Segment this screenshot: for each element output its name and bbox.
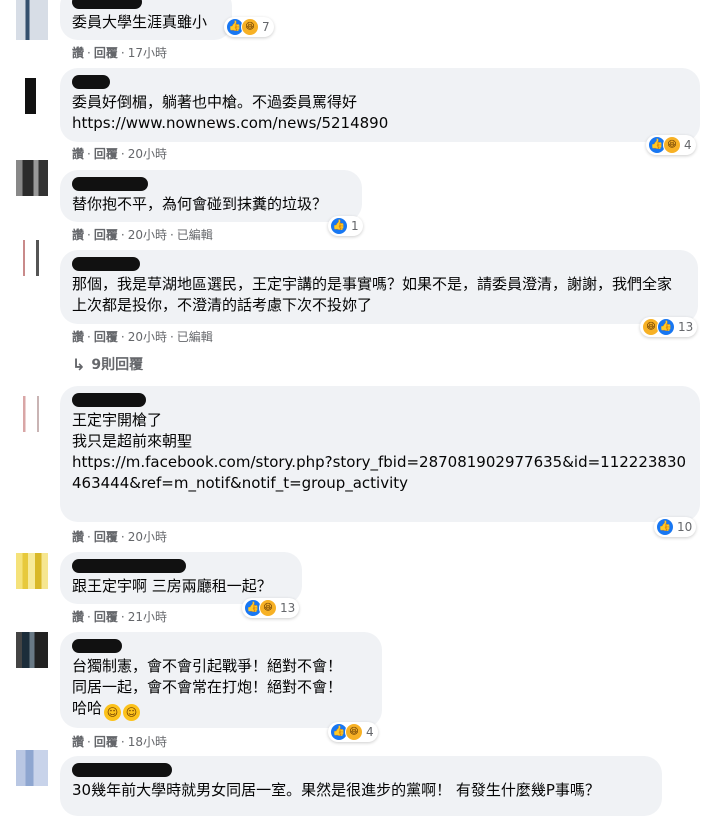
- author-name-redacted[interactable]: [72, 559, 186, 573]
- haha-icon: 😆: [259, 599, 277, 617]
- haha-icon: 😆: [663, 136, 681, 154]
- timestamp[interactable]: 20小時: [128, 330, 167, 344]
- comment-bubble: 委員大學生涯真雖小: [60, 0, 232, 40]
- comment-bubble: 王定宇開槍了 我只是超前來朝聖 https://m.facebook.com/s…: [60, 386, 700, 522]
- comment-actions: 讚 · 回覆 · 20小時: [72, 147, 167, 161]
- comment-actions: 讚 · 回覆 · 18小時: [72, 735, 167, 749]
- comment-text: 跟王定宇啊 三房兩廳租一起？: [72, 577, 272, 595]
- reaction-count: 7: [262, 20, 270, 34]
- timestamp[interactable]: 17小時: [128, 46, 167, 60]
- timestamp[interactable]: 18小時: [128, 735, 167, 749]
- comment-text: 台獨制憲，會不會引起戰爭！絕對不會！ 同居一起，會不會常在打炮！絕對不會！ 哈哈…: [72, 656, 370, 721]
- reply-button[interactable]: 回覆: [94, 530, 118, 544]
- view-replies-link[interactable]: ↳ 9則回覆: [72, 354, 143, 374]
- reaction-summary[interactable]: 👍 😆 4: [646, 135, 696, 155]
- avatar[interactable]: [16, 553, 48, 589]
- like-button[interactable]: 讚: [72, 530, 84, 544]
- comment-actions: 讚 · 回覆 · 20小時 · 已編輯: [72, 330, 213, 344]
- author-name-redacted[interactable]: [72, 0, 142, 9]
- author-name-redacted[interactable]: [72, 393, 146, 407]
- timestamp[interactable]: 20小時: [128, 530, 167, 544]
- reply-button[interactable]: 回覆: [94, 147, 118, 161]
- reaction-count: 13: [678, 320, 694, 334]
- timestamp[interactable]: 21小時: [128, 610, 167, 624]
- author-name-redacted[interactable]: [72, 257, 140, 271]
- like-button[interactable]: 讚: [72, 330, 84, 344]
- avatar[interactable]: [16, 160, 48, 196]
- avatar[interactable]: [16, 396, 48, 432]
- comment-actions: 讚 · 回覆 · 21小時: [72, 610, 167, 624]
- reaction-count: 4: [684, 138, 692, 152]
- comment-actions: 讚 · 回覆 · 17小時: [72, 46, 167, 60]
- like-button[interactable]: 讚: [72, 147, 84, 161]
- reply-button[interactable]: 回覆: [94, 228, 118, 242]
- comment-text: 那個，我是草湖地區選民，王定宇講的是事實嗎？如果不是，請委員澄清，謝謝，我們全家…: [72, 275, 673, 314]
- comment-text: 委員大學生涯真雖小: [72, 13, 208, 31]
- author-name-redacted[interactable]: [72, 177, 148, 191]
- reply-button[interactable]: 回覆: [94, 330, 118, 344]
- reaction-summary[interactable]: 👍 1: [328, 216, 363, 236]
- comment-link[interactable]: https://www.nownews.com/news/5214890: [72, 113, 688, 134]
- like-button[interactable]: 讚: [72, 228, 84, 242]
- reply-button[interactable]: 回覆: [94, 610, 118, 624]
- like-icon: 👍: [657, 318, 675, 336]
- reaction-summary[interactable]: 👍 10: [654, 517, 697, 537]
- like-button[interactable]: 讚: [72, 46, 84, 60]
- comment-text: 委員好倒楣，躺著也中槍。不過委員罵得好: [72, 93, 358, 111]
- replies-count-label: 9則回覆: [91, 357, 144, 373]
- comment-actions: 讚 · 回覆 · 20小時: [72, 530, 167, 544]
- haha-icon: 😆: [241, 18, 259, 36]
- reaction-count: 10: [677, 520, 693, 534]
- reaction-summary[interactable]: 😆 👍 13: [640, 317, 698, 337]
- comment-text: 30幾年前大學時就男女同居一室。果然是很進步的黨啊！ 有發生什麼幾P事嗎？: [72, 781, 600, 799]
- timestamp[interactable]: 20小時: [128, 147, 167, 161]
- comment-text: 王定宇開槍了 我只是超前來朝聖: [72, 411, 193, 450]
- comment-bubble: 跟王定宇啊 三房兩廳租一起？: [60, 552, 302, 604]
- comment-text: 替你抱不平，為何會碰到抹糞的垃圾？: [72, 195, 328, 213]
- smile-emoji-icon: ☺: [123, 704, 141, 721]
- reply-button[interactable]: 回覆: [94, 735, 118, 749]
- avatar[interactable]: [16, 632, 48, 668]
- reaction-count: 13: [280, 601, 296, 615]
- author-name-redacted[interactable]: [72, 639, 122, 653]
- timestamp[interactable]: 20小時: [128, 228, 167, 242]
- reply-button[interactable]: 回覆: [94, 46, 118, 60]
- smile-emoji-icon: ☺: [104, 704, 122, 721]
- comment-bubble: 台獨制憲，會不會引起戰爭！絕對不會！ 同居一起，會不會常在打炮！絕對不會！ 哈哈…: [60, 632, 382, 728]
- edited-label: 已編輯: [176, 330, 213, 344]
- reaction-summary[interactable]: 👍 😆 7: [224, 17, 274, 37]
- reaction-count: 1: [351, 219, 359, 233]
- author-name-redacted[interactable]: [72, 763, 172, 777]
- haha-icon: 😆: [345, 723, 363, 741]
- comment-bubble: 那個，我是草湖地區選民，王定宇講的是事實嗎？如果不是，請委員澄清，謝謝，我們全家…: [60, 250, 698, 324]
- reply-arrow-icon: ↳: [72, 354, 86, 374]
- avatar[interactable]: [16, 240, 48, 276]
- edited-label: 已編輯: [176, 228, 213, 242]
- reaction-count: 4: [366, 725, 374, 739]
- comment-actions: 讚 · 回覆 · 20小時 · 已編輯: [72, 228, 213, 242]
- author-name-redacted[interactable]: [72, 75, 110, 89]
- like-button[interactable]: 讚: [72, 735, 84, 749]
- reaction-summary[interactable]: 👍 😆 13: [242, 598, 300, 618]
- like-icon: 👍: [330, 217, 348, 235]
- avatar[interactable]: [16, 750, 48, 786]
- like-icon: 👍: [656, 518, 674, 536]
- like-button[interactable]: 讚: [72, 610, 84, 624]
- comment-link[interactable]: https://m.facebook.com/story.php?story_f…: [72, 452, 688, 494]
- comment-bubble: 替你抱不平，為何會碰到抹糞的垃圾？: [60, 170, 362, 222]
- comment-bubble: 委員好倒楣，躺著也中槍。不過委員罵得好 https://www.nownews.…: [60, 68, 700, 142]
- comment-bubble: 30幾年前大學時就男女同居一室。果然是很進步的黨啊！ 有發生什麼幾P事嗎？: [60, 756, 662, 816]
- reaction-summary[interactable]: 👍 😆 4: [328, 722, 378, 742]
- avatar[interactable]: [16, 0, 48, 40]
- avatar[interactable]: [16, 78, 48, 114]
